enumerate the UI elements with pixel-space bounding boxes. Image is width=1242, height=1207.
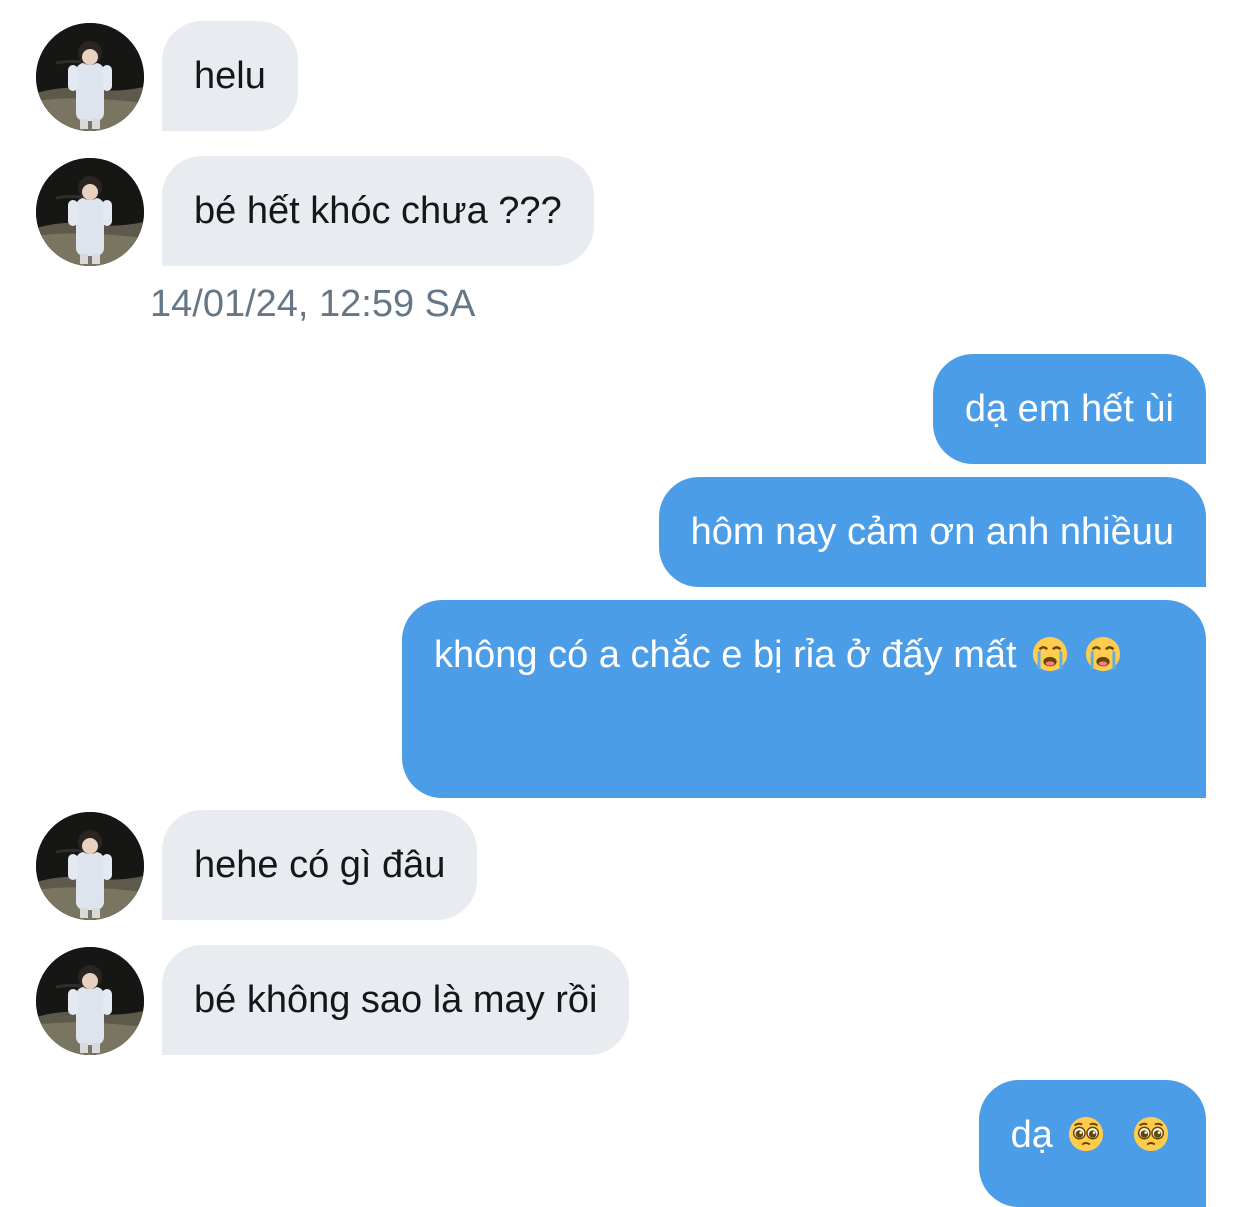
message-text: hôm nay cảm ơn anh nhiềuu [690,511,1174,553]
outgoing-message-bubble[interactable]: không có a chắc e bị rỉa ở đấy mất [402,600,1206,798]
message-text: không có a chắc e bị rỉa ở đấy mất [434,634,1017,676]
incoming-message-bubble[interactable]: bé không sao là may rồi [162,945,630,1055]
pleading-face-icon [1132,1115,1170,1153]
incoming-message-bubble[interactable]: bé hết khóc chưa ??? [162,156,594,266]
incoming-message-bubble[interactable]: helu [162,21,298,131]
incoming-message-bubble[interactable]: hehe có gì đâu [162,810,478,920]
sender-avatar[interactable] [36,947,144,1055]
outgoing-message-bubble[interactable]: dạ em hết ùi [932,354,1206,464]
message-timestamp: 14/01/24, 12:59 SA [150,283,476,325]
outgoing-message-bubble[interactable]: dạ [978,1080,1206,1207]
loudly-crying-face-icon [1084,635,1122,673]
message-text: dạ em hết ùi [964,388,1174,430]
message-text: bé hết khóc chưa ??? [194,190,562,232]
message-text: dạ [1010,1114,1053,1156]
message-text: helu [194,55,266,97]
message-text: hehe có gì đâu [194,844,446,886]
message-text: bé không sao là may rồi [194,979,598,1021]
outgoing-message-bubble[interactable]: hôm nay cảm ơn anh nhiềuu [658,477,1206,587]
loudly-crying-face-icon [1031,635,1069,673]
sender-avatar[interactable] [36,158,144,266]
sender-avatar[interactable] [36,812,144,920]
sender-avatar[interactable] [36,23,144,131]
pleading-face-icon [1067,1115,1105,1153]
